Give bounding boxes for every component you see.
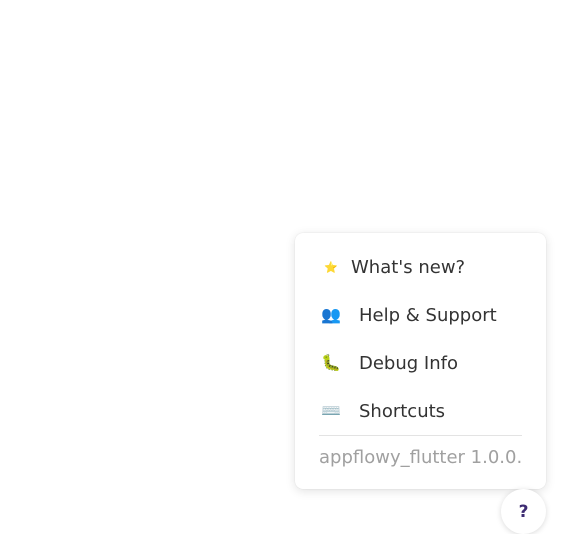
menu-item-help-support[interactable]: 👥 Help & Support: [295, 292, 546, 338]
version-label: appflowy_flutter 1.0.0.: [319, 447, 523, 468]
menu-item-whats-new[interactable]: ⭐ What's new?: [295, 244, 546, 290]
bug-icon: 🐛: [321, 353, 341, 372]
star-icon: ⭐: [324, 260, 338, 274]
menu-item-label: Debug Info: [359, 352, 458, 374]
menu-divider: [319, 435, 522, 436]
menu-item-debug-info[interactable]: 🐛 Debug Info: [295, 340, 546, 386]
people-icon: 👥: [321, 305, 341, 324]
menu-item-label: Help & Support: [359, 304, 497, 326]
menu-item-label: Shortcuts: [359, 400, 446, 422]
help-menu: ⭐ What's new? 👥 Help & Support 🐛 Debug I…: [295, 233, 546, 489]
menu-item-label: What's new?: [351, 256, 466, 278]
help-button[interactable]: ?: [501, 489, 546, 534]
menu-item-shortcuts[interactable]: ⌨️ Shortcuts: [295, 388, 546, 434]
question-mark-icon: ?: [518, 501, 529, 522]
keyboard-icon: ⌨️: [321, 401, 341, 420]
